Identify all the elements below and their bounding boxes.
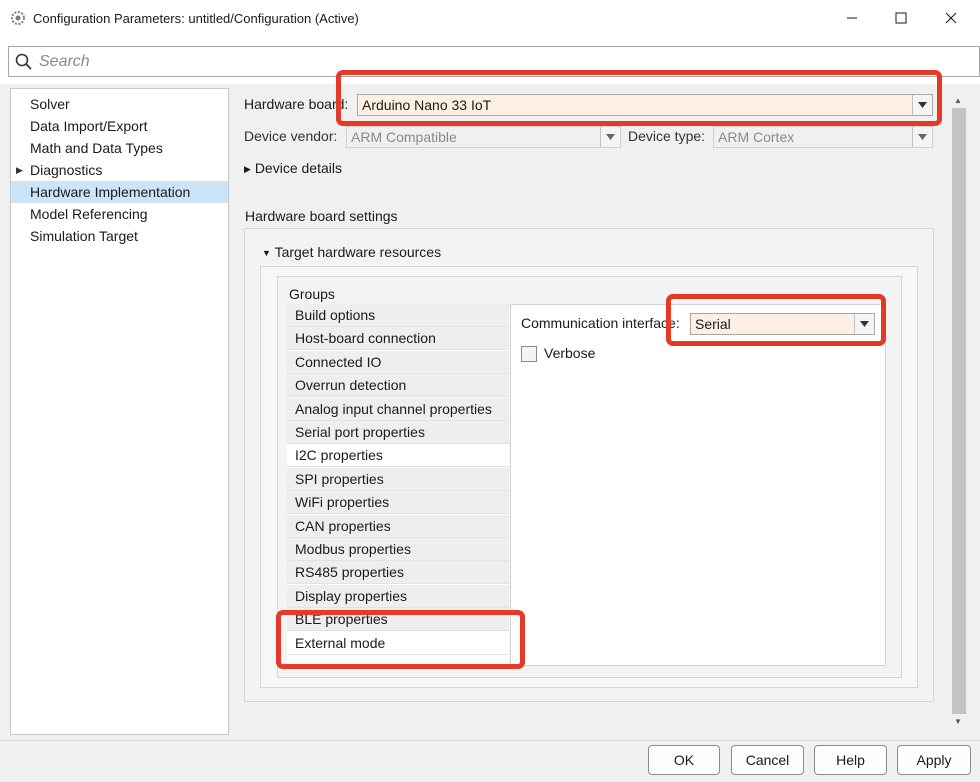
minimize-button[interactable] bbox=[827, 0, 877, 36]
tree-item-math-and-data-types[interactable]: Math and Data Types bbox=[11, 137, 228, 159]
group-i2c-properties[interactable]: I2C properties bbox=[287, 444, 509, 468]
tree-item-hardware-implementation[interactable]: Hardware Implementation bbox=[11, 181, 228, 203]
hardware-board-label: Hardware board: bbox=[244, 96, 349, 112]
communication-interface-value: Serial bbox=[695, 316, 731, 332]
chevron-down-icon bbox=[912, 127, 932, 147]
close-button[interactable] bbox=[926, 0, 976, 36]
group-spi-properties[interactable]: SPI properties bbox=[287, 467, 509, 491]
group-ble-properties[interactable]: BLE properties bbox=[287, 608, 509, 632]
ok-button[interactable]: OK bbox=[648, 745, 720, 775]
device-vendor-label: Device vendor: bbox=[244, 128, 338, 144]
collapse-arrow-icon: ▼ bbox=[262, 248, 271, 258]
group-wifi-properties[interactable]: WiFi properties bbox=[287, 491, 509, 515]
app-gear-icon bbox=[11, 11, 25, 25]
communication-interface-dropdown[interactable]: Serial bbox=[690, 313, 875, 335]
target-resources-label: Target hardware resources bbox=[274, 244, 442, 260]
group-label: Display properties bbox=[295, 587, 408, 604]
groups-label: Groups bbox=[289, 286, 335, 302]
expand-arrow-icon: ▶ bbox=[244, 164, 251, 174]
tree-item-label: Solver bbox=[30, 96, 70, 112]
group-external-mode[interactable]: External mode bbox=[287, 631, 509, 655]
chevron-down-icon bbox=[912, 95, 932, 115]
tree-item-data-import-export[interactable]: Data Import/Export bbox=[11, 115, 228, 137]
group-serial-port-properties[interactable]: Serial port properties bbox=[287, 421, 509, 444]
device-type-dropdown[interactable]: ARM Cortex bbox=[713, 126, 933, 148]
search-box[interactable] bbox=[8, 46, 980, 77]
maximize-button[interactable] bbox=[876, 0, 926, 36]
board-settings-heading: Hardware board settings bbox=[245, 208, 398, 224]
tree-item-label: Hardware Implementation bbox=[30, 184, 191, 200]
device-vendor-dropdown[interactable]: ARM Compatible bbox=[346, 126, 621, 148]
apply-button[interactable]: Apply bbox=[897, 745, 971, 775]
expand-arrow-icon[interactable]: ▶ bbox=[16, 159, 23, 181]
group-connected-io[interactable]: Connected IO bbox=[287, 350, 509, 374]
group-build-options[interactable]: Build options bbox=[287, 304, 509, 327]
group-label: External mode bbox=[295, 634, 386, 651]
device-details-label: Device details bbox=[254, 160, 342, 176]
group-label: Build options bbox=[295, 307, 376, 323]
group-label: WiFi properties bbox=[295, 494, 390, 511]
group-label: I2C properties bbox=[295, 447, 383, 464]
verbose-label: Verbose bbox=[544, 345, 596, 361]
tree-item-label: Simulation Target bbox=[30, 228, 138, 244]
group-label: SPI properties bbox=[295, 470, 384, 487]
help-button[interactable]: Help bbox=[814, 745, 887, 775]
tree-item-label: Math and Data Types bbox=[30, 140, 163, 156]
group-label: Overrun detection bbox=[295, 377, 407, 394]
tree-item-solver[interactable]: Solver bbox=[11, 93, 228, 115]
minimize-icon bbox=[847, 17, 857, 19]
group-label: Analog input channel properties bbox=[295, 400, 492, 417]
search-input[interactable] bbox=[39, 49, 939, 74]
device-type-value: ARM Cortex bbox=[718, 129, 795, 145]
scrollbar-thumb[interactable] bbox=[952, 108, 966, 714]
group-can-properties[interactable]: CAN properties bbox=[287, 514, 509, 538]
chevron-down-icon bbox=[854, 314, 874, 334]
group-label: Host-board connection bbox=[295, 330, 436, 347]
device-type-label: Device type: bbox=[628, 128, 706, 144]
category-tree: Solver Data Import/Export Math and Data … bbox=[10, 88, 229, 735]
group-modbus-properties[interactable]: Modbus properties bbox=[287, 538, 509, 561]
group-label: Modbus properties bbox=[295, 541, 411, 557]
hardware-board-dropdown[interactable]: Arduino Nano 33 IoT bbox=[357, 94, 933, 116]
hardware-board-value: Arduino Nano 33 IoT bbox=[362, 97, 492, 113]
device-details-toggle[interactable]: ▶ Device details bbox=[244, 160, 342, 176]
groups-list: Build options Host-board connection Conn… bbox=[287, 304, 509, 664]
group-label: Connected IO bbox=[295, 353, 382, 370]
group-rs485-properties[interactable]: RS485 properties bbox=[287, 561, 509, 585]
tree-item-label: Diagnostics bbox=[30, 162, 103, 178]
vertical-scrollbar[interactable]: ▲ ▼ bbox=[950, 92, 968, 732]
window-title: Configuration Parameters: untitled/Confi… bbox=[33, 11, 359, 26]
group-host-board-connection[interactable]: Host-board connection bbox=[287, 327, 509, 351]
tree-item-diagnostics[interactable]: ▶ Diagnostics bbox=[11, 159, 228, 181]
scroll-up-icon[interactable]: ▲ bbox=[954, 96, 962, 105]
verbose-checkbox[interactable] bbox=[521, 346, 537, 362]
group-display-properties[interactable]: Display properties bbox=[287, 584, 509, 608]
group-label: BLE properties bbox=[295, 611, 388, 628]
group-analog-input-channel-properties[interactable]: Analog input channel properties bbox=[287, 397, 509, 421]
tree-item-simulation-target[interactable]: Simulation Target bbox=[11, 225, 228, 247]
group-label: Serial port properties bbox=[295, 424, 425, 440]
communication-interface-label: Communication interface: bbox=[521, 315, 680, 331]
device-vendor-value: ARM Compatible bbox=[351, 129, 457, 145]
search-icon bbox=[15, 53, 32, 70]
tree-item-label: Model Referencing bbox=[30, 206, 148, 222]
title-bar: Configuration Parameters: untitled/Confi… bbox=[0, 0, 980, 38]
tree-item-model-referencing[interactable]: Model Referencing bbox=[11, 203, 228, 225]
cancel-button[interactable]: Cancel bbox=[731, 745, 804, 775]
scroll-down-icon[interactable]: ▼ bbox=[954, 717, 962, 726]
group-overrun-detection[interactable]: Overrun detection bbox=[287, 374, 509, 398]
group-label: CAN properties bbox=[295, 517, 391, 534]
chevron-down-icon bbox=[600, 127, 620, 147]
close-icon bbox=[945, 12, 957, 24]
target-resources-toggle[interactable]: ▼ Target hardware resources bbox=[262, 244, 441, 260]
maximize-icon bbox=[895, 12, 907, 24]
tree-item-label: Data Import/Export bbox=[30, 118, 148, 134]
group-label: RS485 properties bbox=[295, 564, 404, 581]
